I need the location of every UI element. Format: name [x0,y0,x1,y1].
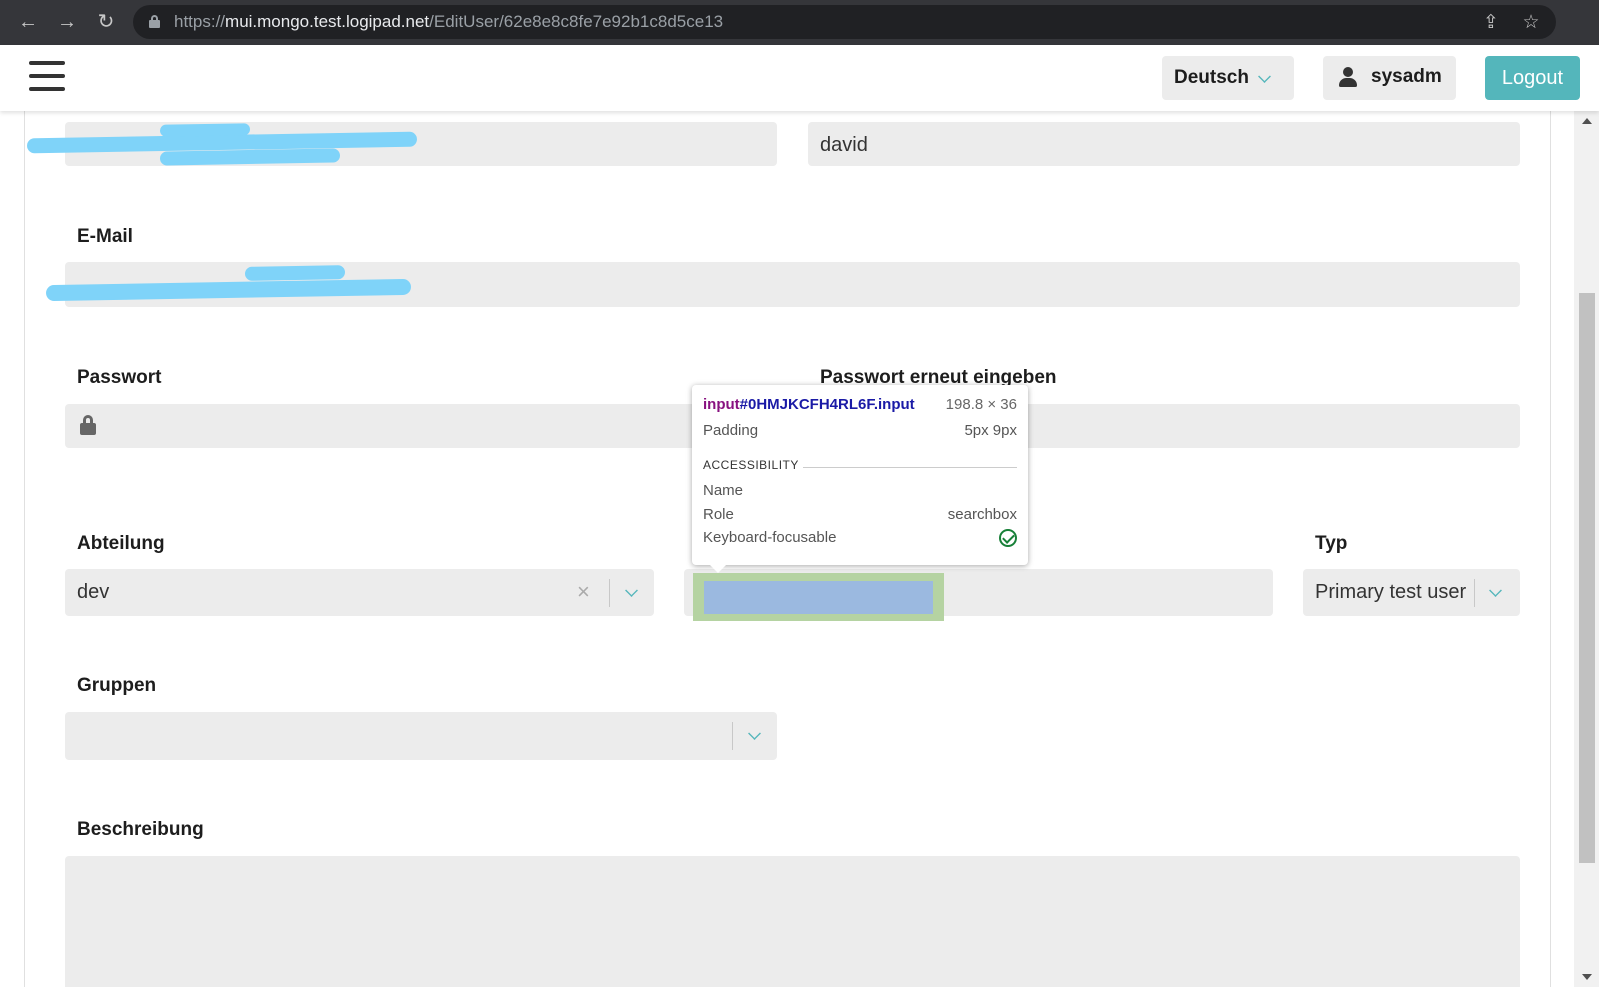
lastname-input[interactable]: david [808,122,1520,166]
focusable-label: Keyboard-focusable [703,529,837,546]
redaction-mark [244,265,346,281]
url-path: /EditUser/62e8e8c8fe7e92b1c8d5ce13 [429,12,724,31]
scroll-up-arrow-icon[interactable] [1582,118,1592,124]
back-arrow-icon[interactable]: ← [14,8,42,36]
password-label: Passwort [77,367,162,388]
scroll-down-arrow-icon[interactable] [1582,974,1592,980]
url-scheme: https:// [174,12,226,31]
department-value: dev [77,581,110,603]
redaction-mark [159,123,251,137]
selector-tag: input [703,396,740,413]
chevron-down-icon[interactable] [1489,584,1502,597]
padding-label: Padding [703,422,759,439]
url-host: mui.mongo.test.logipad.net [225,12,430,31]
type-select[interactable]: Primary test user [1303,569,1520,616]
name-row: Name [703,482,1017,502]
devtools-inspect-tooltip: input#0HMJKCFH4RL6F.input 198.8 × 36 Pad… [692,385,1028,573]
user-menu-button[interactable]: sysadm [1323,56,1456,100]
url-text[interactable]: https://mui.mongo.test.logipad.net/EditU… [174,5,723,39]
language-label: Deutsch [1174,67,1249,88]
element-dimensions: 198.8 × 36 [945,396,1017,413]
lastname-value: david [820,134,868,156]
vertical-scrollbar[interactable] [1574,111,1599,987]
description-textarea[interactable] [65,856,1520,987]
app-header: Deutsch sysadm Logout [0,45,1599,111]
type-value: Primary test user [1315,581,1467,603]
clear-icon[interactable]: × [577,579,590,605]
groups-select[interactable] [65,712,777,760]
forward-arrow-icon[interactable]: → [53,8,81,36]
share-icon[interactable]: ⇪ [1479,11,1503,35]
user-icon [1338,67,1358,89]
role-label: Role [703,506,734,523]
department-select[interactable]: dev × [65,569,654,616]
password-field[interactable] [65,404,777,448]
padding-row: Padding 5px 9px [703,422,1017,442]
bookmark-star-icon[interactable]: ☆ [1519,11,1543,35]
role-value: searchbox [947,506,1017,523]
select-divider [1474,579,1475,607]
chevron-down-icon[interactable] [748,727,761,740]
type-label: Typ [1315,533,1348,554]
browser-toolbar: ← → ↻ https://mui.mongo.test.logipad.net… [0,0,1599,45]
groups-label: Gruppen [77,675,157,696]
content-left-border [24,111,25,987]
check-circle-icon [999,529,1017,547]
select-divider [609,579,610,607]
select-divider [732,722,733,750]
selector-id: #0HMJKCFH4RL6F.input [739,396,915,413]
menu-icon[interactable] [29,59,65,93]
role-row: Role searchbox [703,506,1017,526]
description-label: Beschreibung [77,819,204,840]
username-label: sysadm [1371,66,1442,87]
chevron-down-icon[interactable] [625,584,638,597]
element-selector: input#0HMJKCFH4RL6F.input [703,396,915,413]
lock-icon [80,415,96,435]
section-divider [803,467,1017,468]
address-bar[interactable]: https://mui.mongo.test.logipad.net/EditU… [133,5,1556,39]
accessibility-heading: ACCESSIBILITY [703,458,799,472]
logout-button[interactable]: Logout [1485,56,1580,100]
devtools-content-highlight [704,581,933,614]
department-label: Abteilung [77,533,165,554]
tooltip-arrow [709,564,727,573]
language-select[interactable]: Deutsch [1162,56,1294,100]
lock-icon [149,15,160,28]
content-right-border [1550,111,1551,987]
padding-value: 5px 9px [964,422,1017,439]
chevron-down-icon [1258,70,1271,83]
email-label: E-Mail [77,226,133,247]
reload-icon[interactable]: ↻ [92,8,120,36]
scrollbar-thumb[interactable] [1579,293,1595,863]
focusable-row: Keyboard-focusable [703,529,1017,549]
name-label: Name [703,482,744,499]
